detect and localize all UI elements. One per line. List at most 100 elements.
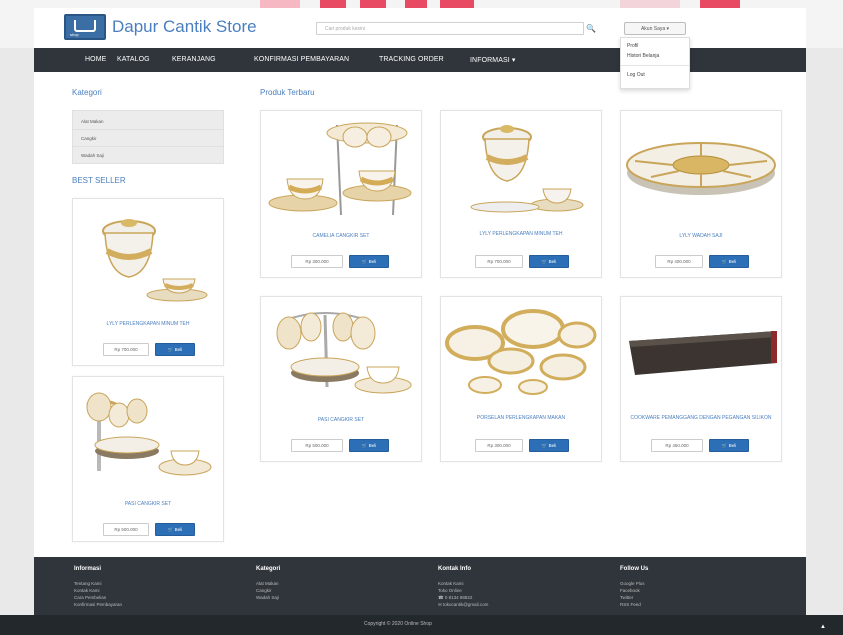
menu-item-profil[interactable]: Profil	[621, 41, 689, 51]
product-name[interactable]: LYLY PERLENGKAPAN MINUM TEH	[73, 321, 223, 328]
product-image	[445, 301, 597, 397]
footer-heading: Informasi	[74, 566, 102, 572]
cart-icon: 🛒	[541, 443, 549, 448]
category-item[interactable]: Alat Makan	[81, 119, 104, 124]
footer-heading: Kontak Info	[438, 566, 471, 572]
main-title: Produk Terbaru	[260, 88, 315, 97]
price-tag: Rp 700.000	[475, 255, 523, 268]
buy-button[interactable]: 🛒 Beli	[529, 255, 569, 268]
price-tag: Rp 500.000	[103, 523, 149, 536]
cart-icon: 🛒	[167, 347, 175, 352]
product-name[interactable]: LYLY PERLENGKAPAN MINUM TEH	[441, 231, 601, 238]
footer-link[interactable]: Google Plus	[620, 581, 645, 586]
category-item[interactable]: Wadah Saji	[81, 153, 104, 158]
footer-link[interactable]: Konfirmasi Pembayaran	[74, 602, 122, 607]
phone-number: 0 8134 88822	[444, 595, 473, 600]
footer-link[interactable]: Kontak Kami	[74, 588, 100, 593]
menu-item-histori[interactable]: Histori Belanja	[621, 51, 689, 61]
main-nav: HOME KATALOG KERANJANG KONFIRMASI PEMBAY…	[34, 48, 806, 72]
best-seller-title: BEST SELLER	[72, 176, 126, 185]
cart-icon: 🛒	[361, 443, 369, 448]
buy-label: Beli	[174, 527, 183, 532]
price-tag: Rp 300.000	[291, 255, 343, 268]
buy-button[interactable]: 🛒 Beli	[155, 343, 195, 356]
buy-button[interactable]: 🛒 Beli	[155, 523, 195, 536]
product-card[interactable]: PASI CANGKIR SET Rp 500.000 🛒 Beli	[260, 296, 422, 462]
cart-icon: 🛒	[541, 259, 549, 264]
product-name[interactable]: PASI CANGKIR SET	[261, 417, 421, 424]
account-dropdown: Profil Histori Belanja Log Out	[620, 37, 690, 89]
account-button[interactable]: Akun Saya ▾	[624, 22, 686, 35]
category-item[interactable]: Cangkir	[81, 136, 97, 141]
cart-icon: 🛒	[721, 443, 729, 448]
price-tag: Rp 300.000	[475, 439, 523, 452]
product-image	[77, 203, 219, 307]
cart-icon: 🛒	[361, 259, 369, 264]
price-tag: Rp 450.000	[651, 439, 703, 452]
buy-button[interactable]: 🛒 Beli	[349, 255, 389, 268]
nav-keranjang[interactable]: KERANJANG	[172, 56, 216, 63]
copyright-text: Copyright © 2020 Online Shop	[364, 621, 432, 627]
menu-item-logout[interactable]: Log Out	[621, 70, 689, 80]
store-page: shop Dapur Cantik Store Cari produk kesi…	[34, 8, 806, 628]
product-card[interactable]: PORSELAN PERLENGKAPAN MAKAN Rp 300.000 🛒…	[440, 296, 602, 462]
scroll-top-icon[interactable]: ▲	[820, 624, 826, 630]
buy-button[interactable]: 🛒 Beli	[709, 255, 749, 268]
product-name[interactable]: CAMELIA CANGKIR SET	[261, 233, 421, 240]
footer-link[interactable]: Facebook	[620, 588, 640, 593]
buy-label: Beli	[728, 443, 737, 448]
product-card[interactable]: CAMELIA CANGKIR SET Rp 300.000 🛒 Beli	[260, 110, 422, 278]
buy-label: Beli	[174, 347, 183, 352]
search-icon[interactable]: 🔍	[582, 22, 600, 35]
phone-icon: ☎	[438, 595, 445, 600]
logo-subtext: shop	[70, 32, 79, 37]
product-name[interactable]: PASI CANGKIR SET	[73, 501, 223, 508]
footer-heading: Follow Us	[620, 566, 649, 572]
footer-link[interactable]: Cangkir	[256, 588, 272, 593]
product-image	[625, 301, 777, 397]
product-card[interactable]: LYLY WADAH SAJI Rp 400.000 🛒 Beli	[620, 110, 782, 278]
footer-link[interactable]: Cara Pembelian	[74, 595, 106, 600]
cart-icon: 🛒	[167, 527, 175, 532]
product-name[interactable]: COOKWARE PEMANGGANG DENGAN PEGANGAN SILI…	[621, 415, 781, 422]
best-seller-card[interactable]: LYLY PERLENGKAPAN MINUM TEH Rp 700.000 🛒…	[72, 198, 224, 366]
product-image	[265, 301, 417, 397]
store-logo[interactable]: shop	[64, 14, 106, 40]
buy-button[interactable]: 🛒 Beli	[349, 439, 389, 452]
nav-konfirmasi[interactable]: KONFIRMASI PEMBAYARAN	[254, 56, 349, 63]
footer-link[interactable]: Wadah Saji	[256, 595, 279, 600]
nav-informasi[interactable]: INFORMASI ▾	[470, 56, 515, 64]
store-name[interactable]: Dapur Cantik Store	[112, 17, 257, 37]
copyright-bar: Copyright © 2020 Online Shop	[0, 615, 843, 635]
nav-home[interactable]: HOME	[85, 56, 106, 63]
footer-link[interactable]: ✉ tokocantik@gmail.com	[438, 602, 488, 608]
best-seller-card[interactable]: PASI CANGKIR SET Rp 500.000 🛒 Beli	[72, 376, 224, 542]
nav-tracking[interactable]: TRACKING ORDER	[379, 56, 444, 63]
price-tag: Rp 700.000	[103, 343, 149, 356]
product-image	[77, 381, 219, 485]
price-tag: Rp 400.000	[655, 255, 703, 268]
footer-link[interactable]: RSS Feed	[620, 602, 641, 607]
footer-link[interactable]: ☎ 0 8134 88822	[438, 595, 472, 601]
buy-label: Beli	[548, 259, 557, 264]
product-name[interactable]: LYLY WADAH SAJI	[621, 233, 781, 240]
kategori-title: Kategori	[72, 88, 102, 97]
cart-icon	[74, 20, 96, 32]
search-input[interactable]: Cari produk kesini	[316, 22, 584, 35]
footer-link[interactable]: Alat Makan	[256, 581, 279, 586]
product-name[interactable]: PORSELAN PERLENGKAPAN MAKAN	[441, 415, 601, 422]
footer-link[interactable]: Tentang Kami	[74, 581, 102, 586]
product-card[interactable]: COOKWARE PEMANGGANG DENGAN PEGANGAN SILI…	[620, 296, 782, 462]
footer: Informasi Tentang Kami Kontak Kami Cara …	[34, 557, 806, 623]
footer-link[interactable]: Toko Online	[438, 588, 462, 593]
product-card[interactable]: LYLY PERLENGKAPAN MINUM TEH Rp 700.000 🛒…	[440, 110, 602, 278]
menu-divider	[621, 65, 689, 66]
category-divider	[73, 129, 223, 130]
buy-button[interactable]: 🛒 Beli	[709, 439, 749, 452]
nav-katalog[interactable]: KATALOG	[117, 56, 150, 63]
buy-button[interactable]: 🛒 Beli	[529, 439, 569, 452]
buy-label: Beli	[548, 443, 557, 448]
footer-link[interactable]: Twitter	[620, 595, 633, 600]
buy-label: Beli	[368, 443, 377, 448]
footer-link[interactable]: Kontak Kami	[438, 581, 464, 586]
